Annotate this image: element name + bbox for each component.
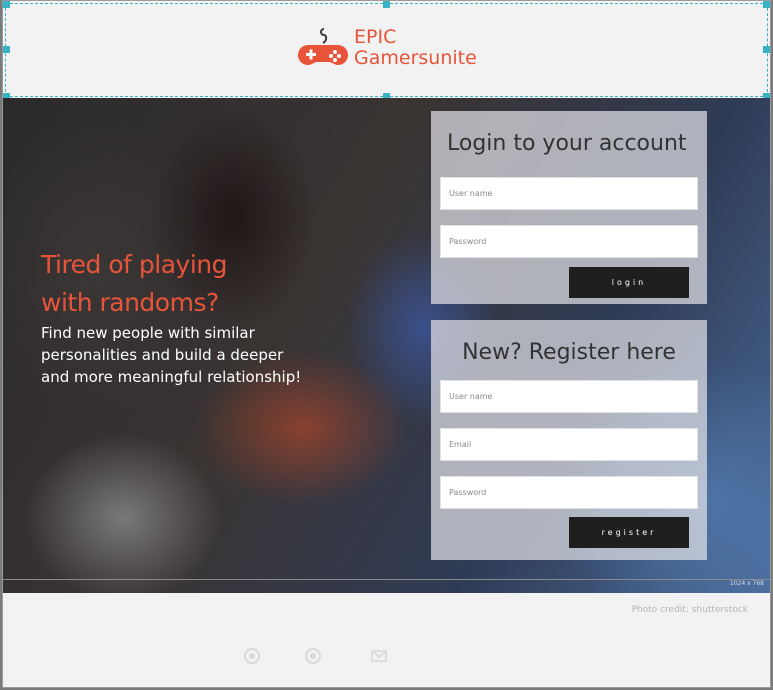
register-password-input[interactable]: Password — [440, 476, 698, 509]
resize-handle-tr[interactable] — [763, 1, 770, 8]
logo-line2: Gamersunite — [354, 47, 477, 69]
mail-icon[interactable] — [370, 647, 388, 665]
hero-section: Tired of playing with randoms? Find new … — [3, 98, 770, 593]
login-button[interactable]: login — [569, 267, 689, 298]
login-username-input[interactable]: User name — [440, 177, 698, 210]
hero-headline-line2: with randoms? — [41, 288, 219, 317]
page-frame: EPIC Gamersunite Tired of playing with r… — [2, 0, 771, 688]
login-password-input[interactable]: Password — [440, 225, 698, 258]
register-panel: New? Register here User name Email Passw… — [431, 320, 707, 560]
gamepad-icon — [298, 28, 348, 65]
hero-divider — [3, 579, 770, 580]
resize-handle-tl[interactable] — [3, 1, 10, 8]
logo-text: EPIC Gamersunite — [354, 27, 477, 69]
resize-handle-mr[interactable] — [763, 46, 770, 53]
hero-headline-line1: Tired of playing — [41, 250, 228, 279]
social-icon-1[interactable] — [243, 647, 261, 665]
header: EPIC Gamersunite — [3, 1, 770, 100]
hero-body: Find new people with similar personaliti… — [41, 324, 302, 386]
footer: Photo credit: shutterstock — [3, 593, 770, 687]
register-title: New? Register here — [462, 340, 676, 365]
logo-line1: EPIC — [354, 26, 397, 48]
login-panel: Login to your account User name Password… — [431, 111, 707, 304]
register-username-input[interactable]: User name — [440, 380, 698, 413]
login-title: Login to your account — [447, 131, 687, 156]
register-email-input[interactable]: Email — [440, 428, 698, 461]
register-button[interactable]: register — [569, 517, 689, 548]
resize-handle-ml[interactable] — [3, 46, 10, 53]
logo[interactable]: EPIC Gamersunite — [298, 25, 477, 71]
image-size-label: 1024 x 768 — [729, 580, 764, 587]
resize-handle-tm[interactable] — [383, 1, 390, 8]
hero-tagline: Tired of playing with randoms? Find new … — [41, 246, 301, 388]
social-icon-2[interactable] — [304, 647, 322, 665]
photo-credit: Photo credit: shutterstock — [631, 605, 748, 615]
